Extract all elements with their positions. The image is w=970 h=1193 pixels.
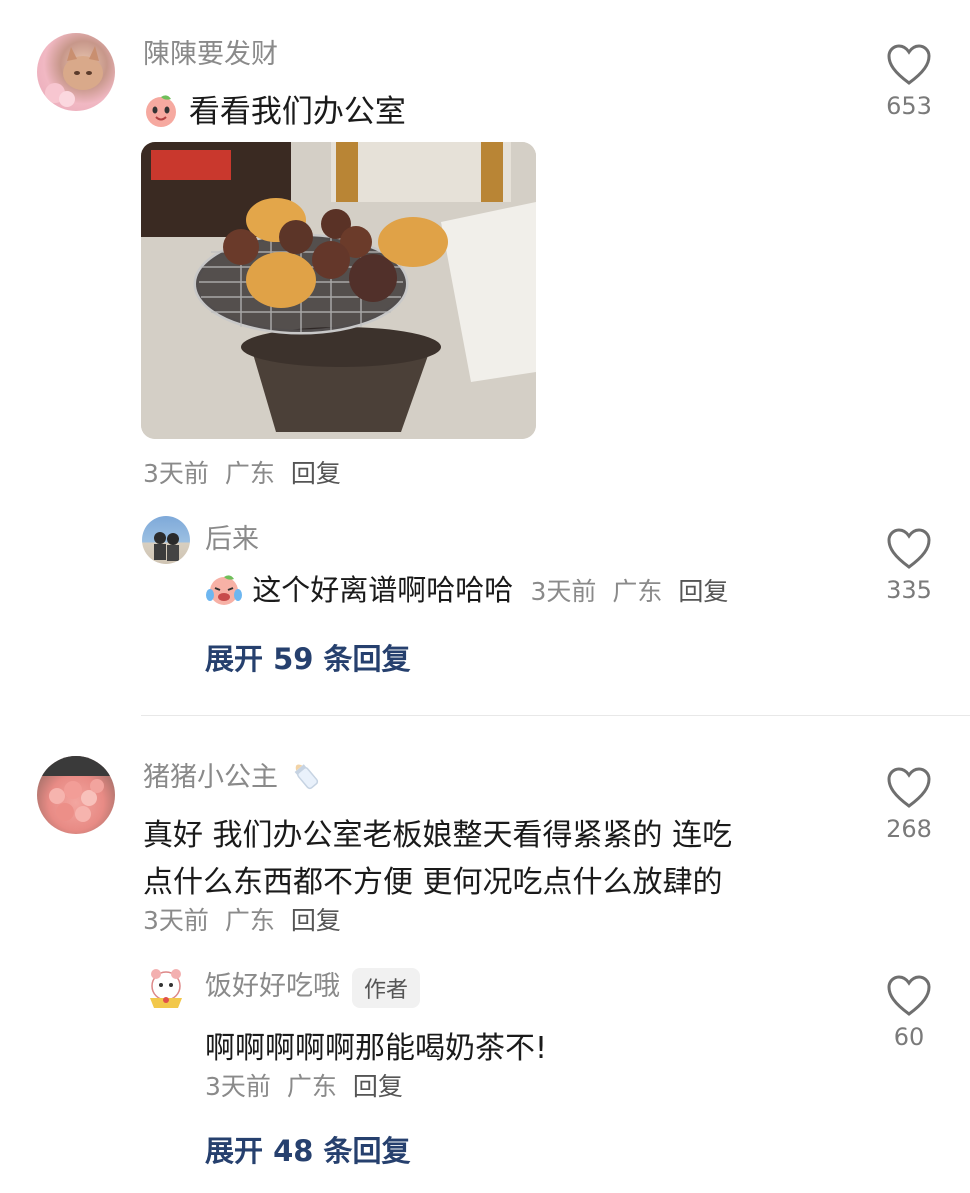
reply-username[interactable]: 后来 bbox=[205, 517, 259, 556]
avatar[interactable] bbox=[142, 964, 190, 1012]
reply-button[interactable]: 回复 bbox=[291, 459, 341, 488]
author-badge: 作者 bbox=[352, 967, 421, 1008]
avatar[interactable] bbox=[37, 756, 115, 834]
reply-time: 3天前 bbox=[530, 577, 597, 606]
heart-outline-icon bbox=[887, 975, 931, 1016]
reply-text: 这个好离谱啊哈哈哈 bbox=[252, 573, 514, 607]
comment-username[interactable]: 猪猪小公主 bbox=[143, 762, 278, 793]
cat-avatar-image bbox=[45, 46, 103, 107]
reply-location: 广东 bbox=[612, 577, 663, 606]
like-count: 653 bbox=[886, 92, 932, 120]
like-button[interactable]: 653 bbox=[864, 44, 954, 120]
like-count: 60 bbox=[893, 1023, 925, 1051]
comment-photo[interactable] bbox=[141, 142, 536, 439]
peach-face-emoji-icon bbox=[143, 92, 179, 136]
comment-time: 3天前 bbox=[143, 459, 209, 488]
like-count: 268 bbox=[886, 815, 932, 843]
couple-photo-avatar bbox=[154, 532, 179, 561]
comment-divider bbox=[141, 715, 970, 716]
reply-username[interactable]: 饭好好吃哦 bbox=[205, 971, 340, 1002]
flowers-avatar-image bbox=[37, 756, 115, 822]
heart-outline-icon bbox=[887, 528, 931, 569]
avatar[interactable] bbox=[37, 33, 115, 111]
baby-bottle-icon bbox=[287, 757, 323, 800]
like-button[interactable]: 60 bbox=[864, 975, 954, 1051]
comment-meta: 3天前 广东 回复 bbox=[143, 901, 357, 937]
reply-text: 啊啊啊啊啊那能喝奶茶不! bbox=[205, 1031, 548, 1066]
comment-text: 看看我们办公室 bbox=[188, 94, 406, 130]
comment-text-row: 看看我们办公室 bbox=[143, 86, 406, 136]
reply-button[interactable]: 回复 bbox=[291, 906, 341, 935]
comment-time: 3天前 bbox=[143, 906, 209, 935]
reply-button[interactable]: 回复 bbox=[353, 1072, 403, 1101]
reply-meta: 3天前 广东 回复 bbox=[205, 1067, 419, 1103]
reply-time: 3天前 bbox=[205, 1072, 271, 1101]
cartoon-animal-avatar bbox=[150, 969, 182, 1008]
comment-text-line: 真好 我们办公室老板娘整天看得紧紧的 连吃 bbox=[143, 818, 733, 853]
reply-username-row: 饭好好吃哦 作者 bbox=[205, 964, 421, 1008]
expand-replies-link[interactable]: 展开 59 条回复 bbox=[205, 636, 411, 678]
heart-outline-icon bbox=[887, 767, 931, 808]
comment-meta: 3天前 广东 回复 bbox=[143, 454, 357, 490]
expand-replies-link[interactable]: 展开 48 条回复 bbox=[205, 1128, 411, 1170]
comment-text-line: 点什么东西都不方便 更何况吃点什么放肆的 bbox=[143, 865, 723, 900]
comment-location: 广东 bbox=[224, 459, 275, 488]
bbq-grill-photo bbox=[141, 142, 536, 439]
comment-location: 广东 bbox=[224, 906, 275, 935]
reply-text-row: 这个好离谱啊哈哈哈 3天前 广东 回复 bbox=[205, 567, 744, 614]
comment-username[interactable]: 陳陳要发财 bbox=[143, 32, 278, 71]
avatar[interactable] bbox=[142, 516, 190, 564]
comment-username-row: 猪猪小公主 bbox=[143, 755, 323, 800]
reply-location: 广东 bbox=[286, 1072, 337, 1101]
like-count: 335 bbox=[886, 576, 932, 604]
like-button[interactable]: 335 bbox=[864, 528, 954, 604]
crying-laughing-emoji-icon bbox=[205, 571, 243, 614]
reply-button[interactable]: 回复 bbox=[678, 577, 728, 606]
like-button[interactable]: 268 bbox=[864, 767, 954, 843]
heart-outline-icon bbox=[887, 44, 931, 85]
